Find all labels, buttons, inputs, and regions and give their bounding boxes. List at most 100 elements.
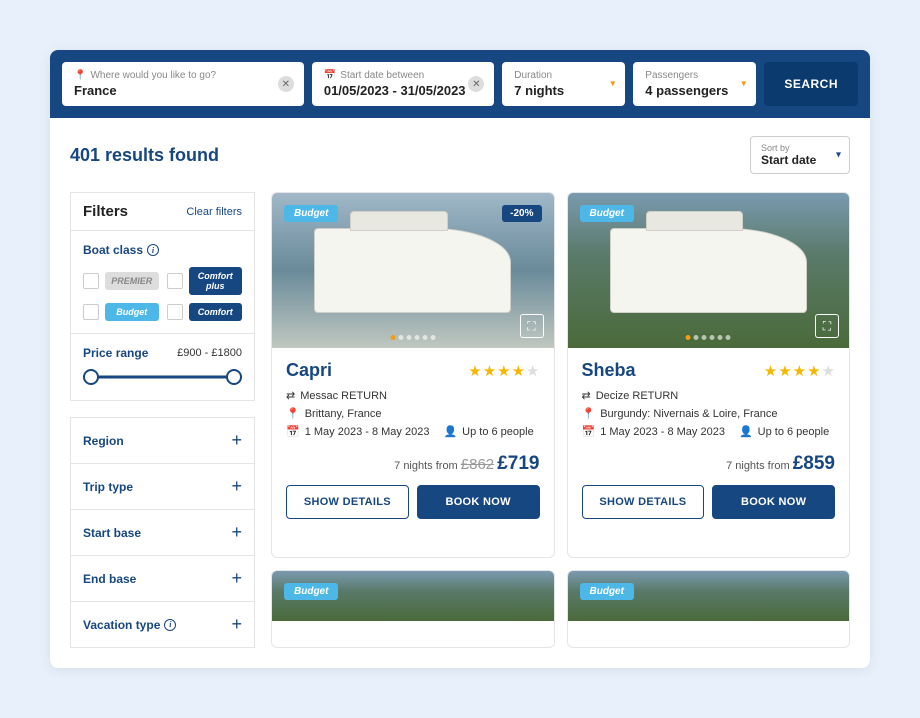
results-count: 401 results found [70,145,219,166]
route-icon: ⇄ [582,389,591,402]
dates-meta: 📅 1 May 2023 - 8 May 2023 [582,425,725,438]
price-slider[interactable] [83,370,242,384]
comfortplus-badge: Comfort plus [189,267,243,295]
result-card: Budget [567,570,851,648]
card-image[interactable]: Budget -20% ⛶ [272,193,554,348]
pin-icon: 📍 [286,407,300,420]
star-icon: ★ [807,362,820,380]
star-icon: ★ [822,362,835,380]
sort-value: Start date [761,153,819,167]
plus-icon: + [231,614,242,635]
pin-icon: 📍 [582,407,596,420]
star-icon: ★ [497,362,510,380]
dates-value: 01/05/2023 - 31/05/2023 [324,83,482,98]
star-rating: ★★★★★ [764,362,835,380]
passengers-field[interactable]: Passengers 4 passengers ▾ [633,62,756,106]
star-icon: ★ [764,362,777,380]
price-row: 7 nights from £859 [582,453,836,475]
boat-title: Sheba [582,360,636,381]
boat-title: Capri [286,360,332,381]
boat-class-option[interactable]: Budget [83,303,159,321]
price-range-value: £900 - £1800 [177,347,242,359]
star-icon: ★ [483,362,496,380]
show-details-button[interactable]: SHOW DETAILS [582,485,705,519]
route-icon: ⇄ [286,389,295,402]
filter-row-start-base[interactable]: Start base+ [70,510,255,556]
filters-panel: Filters Clear filters Boat class i PREMI… [70,192,255,648]
checkbox[interactable] [167,304,183,320]
sort-dropdown[interactable]: Sort by Start date ▾ [750,136,850,174]
boat-class-option[interactable]: Comfort plus [167,267,243,295]
card-image[interactable]: Budget [568,571,850,621]
checkbox[interactable] [167,273,183,289]
star-rating: ★★★★★ [468,362,539,380]
class-badge: Budget [580,205,634,222]
class-badge: Budget [580,583,634,600]
clear-dates-icon[interactable]: ✕ [468,76,484,92]
destination-label: Where would you like to go? [90,70,216,81]
info-icon[interactable]: i [147,244,159,256]
card-image[interactable]: Budget [272,571,554,621]
boat-class-option[interactable]: Comfort [167,303,243,321]
plus-icon: + [231,522,242,543]
search-button[interactable]: SEARCH [764,62,858,106]
show-details-button[interactable]: SHOW DETAILS [286,485,409,519]
results-grid: Budget-20%⛶Capri★★★★★⇄ Messac RETURN📍 Br… [271,192,850,648]
capacity-meta: 👤 Up to 6 people [443,425,533,438]
discount-badge: -20% [502,205,541,222]
plus-icon: + [231,430,242,451]
boat-class-filter: Boat class i PREMIER Comfort plus Budget [70,231,255,334]
expand-icon[interactable]: ⛶ [815,314,839,338]
filter-row-region[interactable]: Region+ [70,417,255,464]
filter-row-vacation-type[interactable]: Vacation type i+ [70,602,255,648]
route-meta: ⇄ Messac RETURN [286,389,540,402]
class-badge: Budget [284,205,338,222]
dates-field[interactable]: 📅Start date between 01/05/2023 - 31/05/2… [312,62,494,106]
calendar-icon: 📅 [582,425,596,438]
slider-handle-max[interactable] [226,369,242,385]
boat-class-heading: Boat class i [83,243,242,257]
price-range-heading: Price range [83,346,148,360]
comfort-badge: Comfort [189,303,243,321]
checkbox[interactable] [83,304,99,320]
filters-header: Filters Clear filters [70,192,255,231]
filter-row-end-base[interactable]: End base+ [70,556,255,602]
chevron-down-icon: ▾ [836,150,841,161]
search-bar: 📍Where would you like to go? France ✕ 📅S… [50,50,870,118]
clear-filters-link[interactable]: Clear filters [186,206,242,218]
info-icon[interactable]: i [164,619,176,631]
route-meta: ⇄ Decize RETURN [582,389,836,402]
capacity-meta: 👤 Up to 6 people [739,425,829,438]
destination-field[interactable]: 📍Where would you like to go? France ✕ [62,62,304,106]
premier-badge: PREMIER [105,272,159,290]
main-content: Filters Clear filters Boat class i PREMI… [50,192,870,668]
price-range-filter: Price range £900 - £1800 [70,334,255,401]
clear-destination-icon[interactable]: ✕ [278,76,294,92]
app-container: 📍Where would you like to go? France ✕ 📅S… [50,50,870,668]
price-new: £719 [497,453,539,474]
price-row: 7 nights from £862 £719 [286,453,540,475]
chevron-down-icon: ▾ [610,79,615,90]
slider-handle-min[interactable] [83,369,99,385]
carousel-dots[interactable] [390,335,435,340]
star-icon: ★ [793,362,806,380]
card-image[interactable]: Budget ⛶ [568,193,850,348]
dates-meta: 📅 1 May 2023 - 8 May 2023 [286,425,429,438]
chevron-down-icon: ▾ [741,79,746,90]
checkbox[interactable] [83,273,99,289]
calendar-icon: 📅 [286,425,300,438]
person-icon: 👤 [443,425,457,438]
results-header: 401 results found Sort by Start date ▾ [50,118,870,192]
boat-class-option[interactable]: PREMIER [83,267,159,295]
location-meta: 📍 Burgundy: Nivernais & Loire, France [582,407,836,420]
duration-value: 7 nights [514,83,613,98]
expand-icon[interactable]: ⛶ [520,314,544,338]
filter-row-trip-type[interactable]: Trip type+ [70,464,255,510]
book-now-button[interactable]: BOOK NOW [712,485,835,519]
passengers-value: 4 passengers [645,83,744,98]
dates-label: Start date between [340,70,424,81]
duration-field[interactable]: Duration 7 nights ▾ [502,62,625,106]
carousel-dots[interactable] [686,335,731,340]
result-card: Budget-20%⛶Capri★★★★★⇄ Messac RETURN📍 Br… [271,192,555,558]
book-now-button[interactable]: BOOK NOW [417,485,540,519]
